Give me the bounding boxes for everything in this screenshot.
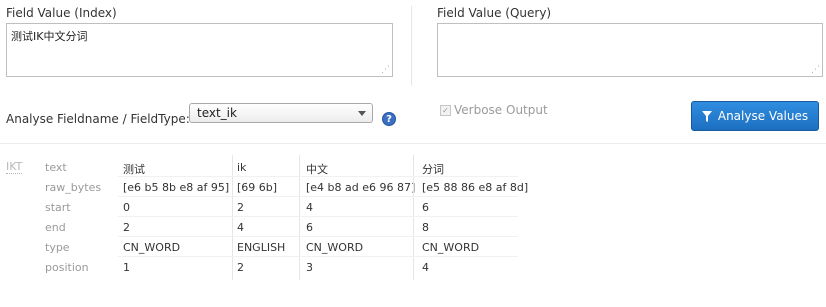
- token-type: CN_WORD: [306, 241, 364, 254]
- token-end: 8: [422, 221, 429, 234]
- index-value-textarea[interactable]: 测试IK中文分词: [6, 23, 393, 77]
- query-field-label: Field Value (Query): [437, 6, 552, 20]
- row-label-end: end: [45, 221, 66, 234]
- column-separator: [413, 155, 414, 280]
- token-raw-bytes: [e6 b5 8b e8 af 95]: [123, 181, 230, 194]
- token-start: 0: [123, 201, 130, 214]
- filter-funnel-icon: [701, 110, 712, 122]
- token-position: 3: [306, 261, 313, 274]
- row-label-position: position: [45, 261, 89, 274]
- token-raw-bytes: [e4 b8 ad e6 96 87]: [306, 181, 416, 194]
- token-position: 4: [422, 261, 429, 274]
- resize-grip-icon[interactable]: ⋰: [381, 66, 390, 75]
- fieldtype-selected-value: text_ik: [197, 106, 237, 120]
- token-start: 6: [422, 201, 429, 214]
- row-label-start: start: [45, 201, 71, 214]
- query-value-textarea[interactable]: [437, 23, 823, 77]
- row-rule: [118, 176, 518, 177]
- index-field-label: Field Value (Index): [6, 6, 117, 20]
- row-rule: [118, 256, 518, 257]
- token-start: 2: [237, 201, 244, 214]
- question-icon[interactable]: ?: [382, 112, 396, 126]
- column-separator: [232, 155, 233, 280]
- token-type: CN_WORD: [123, 241, 181, 254]
- column-divider: [411, 6, 412, 86]
- token-text: 中文: [306, 163, 328, 176]
- token-position: 2: [237, 261, 244, 274]
- token-raw-bytes: [e5 88 86 e8 af 8d]: [422, 181, 529, 194]
- token-raw-bytes: [69 6b]: [237, 181, 278, 194]
- verbose-checkbox[interactable]: ✓: [440, 105, 451, 116]
- row-label-text: text: [45, 161, 67, 174]
- resize-grip-icon[interactable]: ⋰: [811, 66, 820, 75]
- token-position: 1: [123, 261, 130, 274]
- analyse-values-label: Analyse Values: [717, 109, 809, 123]
- token-text: 测试: [123, 163, 145, 176]
- token-type: ENGLISH: [237, 241, 286, 254]
- token-end: 6: [306, 221, 313, 234]
- row-label-raw-bytes: raw_bytes: [45, 181, 102, 194]
- chevron-down-icon: [358, 111, 366, 116]
- token-end: 2: [123, 221, 130, 234]
- fieldtype-select[interactable]: text_ik: [189, 103, 373, 123]
- fieldtype-label: Analyse Fieldname / FieldType:: [6, 112, 190, 126]
- token-text: ik: [237, 161, 247, 174]
- section-divider: [0, 143, 826, 144]
- verbose-label: Verbose Output: [454, 103, 548, 117]
- row-rule: [118, 236, 518, 237]
- column-separator: [299, 155, 300, 280]
- token-start: 4: [306, 201, 313, 214]
- token-text: 分词: [422, 163, 444, 176]
- token-end: 4: [237, 221, 244, 234]
- row-label-type: type: [45, 241, 70, 254]
- row-rule: [118, 196, 518, 197]
- stage-name-abbr[interactable]: IKT: [6, 161, 23, 174]
- analyse-values-button[interactable]: Analyse Values: [691, 101, 819, 131]
- row-rule: [118, 216, 518, 217]
- token-type: CN_WORD: [422, 241, 480, 254]
